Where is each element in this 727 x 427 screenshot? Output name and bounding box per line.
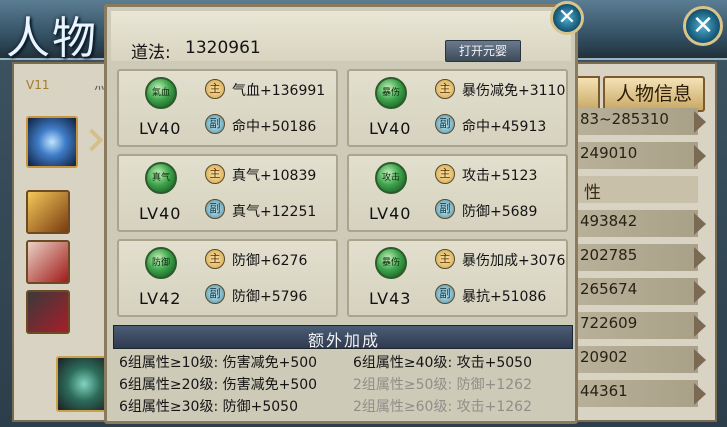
attribute-value: 493842 (580, 212, 638, 230)
attribute-row[interactable]: 20902 (576, 346, 706, 373)
main-stat: 暴伤减免+3110 (462, 83, 566, 99)
attribute-card[interactable]: 真气 LV40 主副真气+10839 真气+12251 (117, 154, 338, 232)
attribute-value: 265674 (580, 280, 638, 298)
sub-tag-icon: 副 (205, 284, 225, 304)
main-stat: 防御+6276 (232, 253, 308, 269)
bonus-entry: 6组属性≥40级: 攻击+5050 (353, 355, 532, 371)
attribute-value: 性 (584, 183, 601, 203)
jewel-icon[interactable]: 暴伤 (375, 247, 407, 279)
attribute-card[interactable]: 暴伤 LV43 主副暴伤加成+3076 暴抗+51086 (347, 239, 568, 317)
bonus-entry: 6组属性≥20级: 伤害减免+500 (119, 377, 318, 393)
attribute-row[interactable]: 83~285310 (576, 108, 706, 135)
arrow-right-icon (694, 315, 706, 337)
arrow-right-icon (694, 213, 706, 235)
attribute-card[interactable]: 氣血 LV40 主副气血+136991 命中+50186 (117, 69, 338, 147)
sub-tag-icon: 副 (205, 114, 225, 134)
attribute-value: 83~285310 (580, 110, 669, 128)
daofa-label: 道法: (131, 43, 171, 63)
extra-bonus-bar: 额外加成 (113, 325, 573, 350)
main-tag-icon: 主 (435, 79, 455, 99)
sub-tag-icon: 副 (205, 199, 225, 219)
yuanying-dialog: 道法: 1320961 打开元婴 ✕ 氣血 LV40 主副气血+136991 命中+5… (104, 1, 584, 424)
card-level: LV40 (139, 204, 182, 223)
jewel-icon[interactable]: 防御 (145, 247, 177, 279)
attribute-value: 44361 (580, 382, 628, 400)
jewel-icon[interactable]: 氣血 (145, 77, 177, 109)
arrow-right-icon (694, 281, 706, 303)
main-tag-icon: 主 (205, 79, 225, 99)
sub-stat: 防御+5689 (462, 204, 538, 220)
helmet-slot-icon[interactable] (26, 190, 70, 234)
attribute-row[interactable]: 44361 (576, 380, 706, 407)
attribute-card[interactable]: 防御 LV42 主副防御+6276 防御+5796 (117, 239, 338, 317)
arrow-right-icon (694, 383, 706, 405)
attribute-value: 249010 (580, 144, 638, 162)
daofa-value: 1320961 (185, 38, 261, 58)
main-tag-icon: 主 (205, 249, 225, 269)
card-level: LV40 (139, 119, 182, 138)
main-tag-icon: 主 (205, 164, 225, 184)
sub-tag-icon: 副 (435, 284, 455, 304)
attribute-value: 202785 (580, 246, 638, 264)
main-stat: 真气+10839 (232, 168, 317, 184)
attribute-row[interactable]: 202785 (576, 244, 706, 271)
bonus-entry: 6组属性≥30级: 防御+5050 (119, 399, 298, 415)
attribute-row[interactable]: 493842 (576, 210, 706, 237)
main-stat: 气血+136991 (232, 83, 326, 99)
attribute-section-header: 性 (576, 176, 698, 203)
card-level: LV43 (369, 289, 412, 308)
attribute-card[interactable]: 暴伤 LV40 主副暴伤减免+3110 命中+45913 (347, 69, 568, 147)
chevron-right-icon[interactable] (80, 128, 104, 152)
attribute-value: 722609 (580, 314, 638, 332)
jewel-icon[interactable]: 攻击 (375, 162, 407, 194)
sub-tag-icon: 副 (435, 199, 455, 219)
attribute-value: 20902 (580, 348, 628, 366)
arrow-right-icon (694, 247, 706, 269)
card-level: LV40 (369, 119, 412, 138)
attribute-card-grid: 氣血 LV40 主副气血+136991 命中+50186 暴伤 LV40 主副暴伤减免+31… (117, 69, 569, 319)
bonus-entry: 2组属性≥50级: 防御+1262 (353, 377, 532, 393)
boots-slot-icon[interactable] (26, 290, 70, 334)
attribute-row[interactable]: 265674 (576, 278, 706, 305)
main-tag-icon: 主 (435, 249, 455, 269)
sub-stat: 命中+50186 (232, 119, 317, 135)
open-yuanying-button[interactable]: 打开元婴 (445, 40, 521, 62)
tab-character-info[interactable]: 人物信息 (603, 76, 705, 112)
equipment-strip (16, 110, 112, 420)
vip-badge: V11 (26, 78, 50, 92)
sub-tag-icon: 副 (435, 114, 455, 134)
card-level: LV40 (369, 204, 412, 223)
armor-slot-icon[interactable] (26, 240, 70, 284)
attribute-row[interactable]: 249010 (576, 142, 706, 169)
window-close-button[interactable]: ✕ (683, 6, 723, 46)
attribute-list: 83~285310 249010 性 493842 202785 265674 722609… (576, 108, 706, 414)
attribute-row[interactable]: 722609 (576, 312, 706, 339)
arrow-right-icon (694, 111, 706, 133)
sub-stat: 命中+45913 (462, 119, 547, 135)
sub-stat: 防御+5796 (232, 289, 308, 305)
jewel-icon[interactable]: 暴伤 (375, 77, 407, 109)
main-stat: 攻击+5123 (462, 168, 538, 184)
bonus-entry: 6组属性≥10级: 伤害减免+500 (119, 355, 318, 371)
window-title: 人物 (6, 13, 98, 64)
extra-bonus-title: 额外加成 (307, 331, 380, 350)
weapon-slot-icon[interactable] (26, 116, 78, 168)
arrow-right-icon (694, 145, 706, 167)
main-tag-icon: 主 (435, 164, 455, 184)
jewel-icon[interactable]: 真气 (145, 162, 177, 194)
card-level: LV42 (139, 289, 182, 308)
attribute-card[interactable]: 攻击 LV40 主副攻击+5123 防御+5689 (347, 154, 568, 232)
sub-stat: 真气+12251 (232, 204, 317, 220)
bonus-entry: 2组属性≥60级: 攻击+1262 (353, 399, 532, 415)
main-stat: 暴伤加成+3076 (462, 253, 566, 269)
sub-stat: 暴抗+51086 (462, 289, 547, 305)
dialog-close-button[interactable]: ✕ (550, 1, 584, 35)
arrow-right-icon (694, 349, 706, 371)
